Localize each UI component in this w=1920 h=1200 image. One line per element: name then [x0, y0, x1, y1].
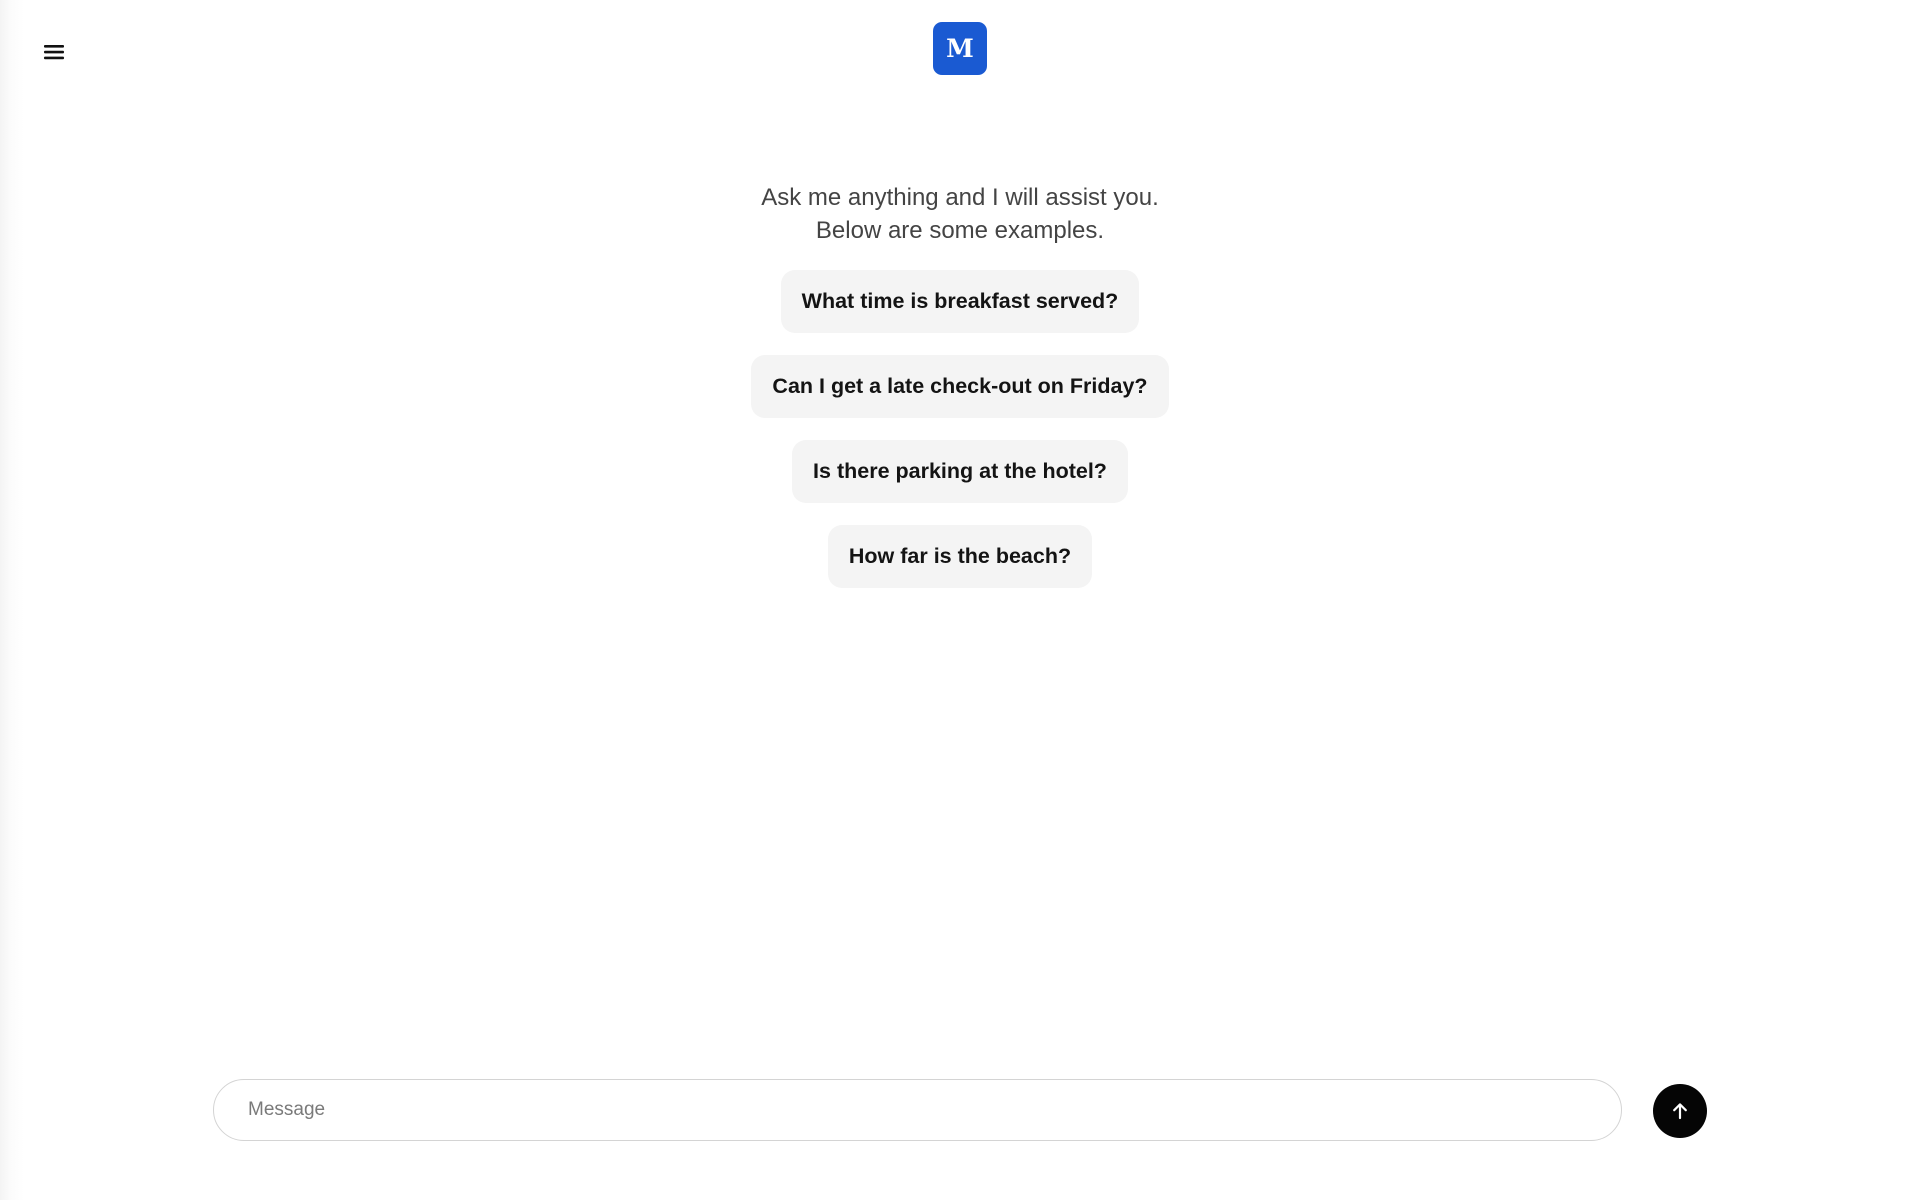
logo-letter: M — [946, 34, 974, 63]
brand-logo: M — [933, 22, 987, 75]
intro-line-2: Below are some examples. — [815, 217, 1105, 244]
intro-line-1: Ask me anything and I will assist you. — [761, 184, 1159, 211]
intro-text: Ask me anything and I will assist you. B… — [660, 181, 1260, 247]
suggestion-chip[interactable]: Is there parking at the hotel? — [792, 440, 1128, 503]
arrow-up-icon — [1673, 1103, 1687, 1120]
suggestion-list: What time is breakfast served? Can I get… — [460, 270, 1460, 610]
menu-button[interactable] — [34, 34, 74, 70]
chat-app: M Ask me anything and I will assist you.… — [0, 0, 1920, 1200]
message-composer — [213, 1079, 1622, 1141]
send-button[interactable] — [1653, 1084, 1707, 1138]
suggestion-chip[interactable]: How far is the beach? — [827, 525, 1093, 588]
suggestion-chip[interactable]: Can I get a late check-out on Friday? — [751, 355, 1169, 418]
message-input[interactable] — [246, 1098, 1589, 1122]
hamburger-menu-icon — [44, 45, 64, 60]
suggestion-chip[interactable]: What time is breakfast served? — [780, 270, 1140, 333]
